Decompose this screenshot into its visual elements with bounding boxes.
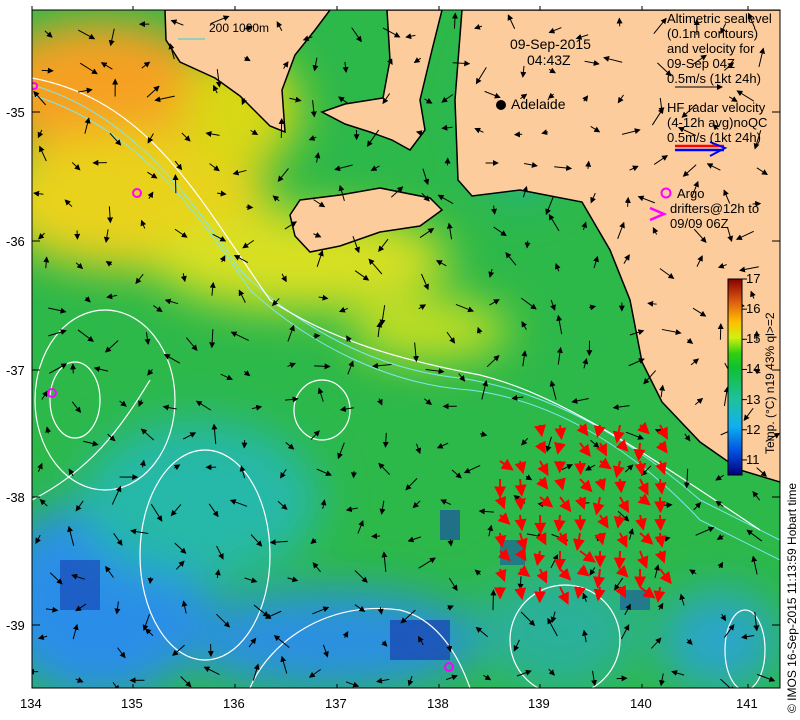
legend-line: drifters@12h to: [670, 201, 760, 216]
lat-tick-label: -36: [6, 234, 25, 249]
colorbar-tick-label: 12: [746, 421, 761, 437]
lon-tick-label: 136: [223, 696, 245, 711]
lon-tick-label: 137: [325, 696, 347, 711]
map-time: 04:43Z: [527, 52, 571, 68]
hf-radar-arrow: [574, 514, 587, 532]
legend-line: 09/09 06Z: [670, 216, 729, 231]
colorbar-tick-label: 13: [746, 391, 761, 407]
velocity-arrow: [490, 589, 497, 611]
adelaide-marker: [496, 100, 506, 110]
colorbar-label: Temp. (°C) n19 43% ql>=2: [763, 312, 777, 454]
velocity-arrow: [663, 502, 673, 509]
hf-radar-arrow: [553, 514, 566, 533]
colorbar-tick-label: 17: [746, 271, 761, 286]
lon-tick-label: 138: [427, 696, 449, 711]
hf-radar-arrow: [534, 514, 547, 535]
credit: © IMOS 16-Sep-2015 11:13:59 Hobart time: [785, 482, 799, 713]
legend-line: (4-12h avg)noQC: [667, 115, 768, 130]
hf-radar-arrow: [514, 496, 527, 511]
lat-tick-label: -35: [6, 105, 25, 120]
hf-radar-arrow: [613, 550, 626, 570]
velocity-arrow: [585, 160, 592, 169]
hf-radar-arrow: [654, 514, 667, 531]
lat-tick-label: -39: [6, 618, 25, 633]
lon-tick-label: 139: [528, 696, 550, 711]
legend-altimetry: Altimetric sealevel (0.1m contours) and …: [667, 11, 772, 86]
map-date: 09-Sep-2015: [510, 36, 591, 52]
lon-tick-label: 140: [630, 696, 652, 711]
hf-radar-arrow: [574, 460, 587, 476]
legend-drifters: drifters@12h to 09/09 06Z: [670, 201, 759, 231]
legend-line: (0.1m contours): [667, 26, 759, 41]
hf-radar-arrow: [554, 424, 567, 441]
lon-tick-label: 134: [20, 696, 42, 711]
city-label-adelaide: Adelaide: [511, 96, 566, 112]
legend-line: HF radar velocity: [667, 100, 766, 115]
legend-line: 09-Sep 04Z: [667, 56, 735, 71]
legend-line: 0.5m/s (1kt 24h): [667, 71, 761, 86]
colorbar: [727, 278, 743, 476]
colorbar-tick-label: 11: [746, 451, 760, 467]
velocity-arrow: [524, 240, 531, 249]
legend-line: 0.5m/s (1kt 24h): [667, 130, 761, 145]
velocity-arrow: [371, 533, 381, 540]
velocity-arrow: [246, 204, 254, 211]
lon-tick-label: 141: [736, 696, 758, 711]
legend-argo: Argo: [677, 186, 705, 201]
legend-line: Altimetric sealevel: [667, 11, 772, 26]
lat-tick-label: -37: [6, 363, 25, 378]
hf-radar-arrow: [654, 496, 667, 514]
hf-radar-arrow: [633, 442, 646, 462]
velocity-arrow: [624, 196, 631, 207]
colorbar-tick-label: 15: [746, 331, 761, 347]
colorbar-tick-label: 16: [746, 301, 761, 317]
scale-bar-label: 200 1000m: [209, 21, 270, 35]
hf-radar-arrow: [614, 478, 627, 494]
lat-tick-label: -38: [6, 490, 25, 505]
colorbar-tick-label: 14: [746, 361, 761, 377]
velocity-arrow: [314, 363, 331, 370]
legend-hf-radar: HF radar velocity (4-12h avg)noQC 0.5m/s…: [667, 100, 767, 145]
legend-line: and velocity for: [667, 41, 755, 56]
lon-tick-label: 135: [121, 696, 143, 711]
